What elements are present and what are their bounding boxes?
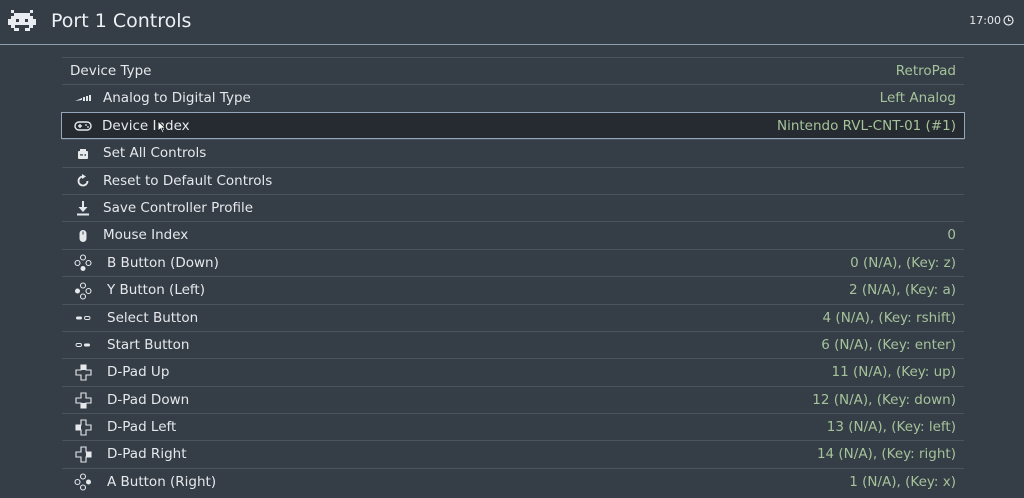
start-button-icon [72, 337, 94, 354]
menu-item-save-controller-profile[interactable]: Save Controller Profile [62, 193, 964, 221]
menu-item-value: 4 (N/A), (Key: rshift) [822, 309, 956, 326]
menu-item-label: Reset to Default Controls [103, 172, 273, 189]
mouse-icon [72, 227, 94, 244]
menu-item-label: Analog to Digital Type [103, 90, 251, 107]
menu-item-analog-to-digital-type[interactable]: Analog to Digital Type Left Analog [62, 84, 964, 111]
menu-item-value: 13 (N/A), (Key: left) [826, 419, 956, 436]
analog-stick-icon [72, 90, 94, 107]
menu-item-label: Start Button [107, 336, 190, 353]
menu-item-device-index[interactable]: Device Index Nintendo RVL-CNT-01 (#1) [61, 111, 965, 140]
menu-item-a-button[interactable]: A Button (Right) 1 (N/A), (Key: x) [62, 467, 964, 495]
menu-item-dpad-down[interactable]: D-Pad Down 12 (N/A), (Key: down) [62, 385, 964, 413]
dpad-right-icon [72, 446, 94, 464]
menu-item-label: Device Type [70, 63, 152, 79]
menu-item-label: D-Pad Left [107, 419, 177, 436]
download-icon [72, 200, 94, 217]
menu-item-reset-to-default-controls[interactable]: Reset to Default Controls [62, 166, 964, 194]
menu-item-label: D-Pad Right [107, 446, 187, 463]
menu-item-dpad-up[interactable]: D-Pad Up 11 (N/A), (Key: up) [62, 358, 964, 385]
select-button-icon [72, 310, 94, 327]
menu-item-label: B Button (Down) [107, 254, 219, 271]
menu-item-value: RetroPad [895, 63, 956, 79]
menu-item-value: 0 [947, 227, 956, 244]
menu-item-label: D-Pad Down [107, 391, 190, 408]
menu-item-value: 0 (N/A), (Key: z) [850, 254, 956, 271]
face-buttons-down-icon [72, 254, 94, 272]
menu-item-dpad-left[interactable]: D-Pad Left 13 (N/A), (Key: left) [62, 413, 964, 440]
menu-item-value: 12 (N/A), (Key: down) [812, 391, 956, 408]
header-bar: Port 1 Controls 17:00 [0, 0, 1024, 45]
menu-item-label: Save Controller Profile [103, 199, 254, 216]
gamepad-icon [72, 118, 94, 135]
menu-item-device-type[interactable]: Device Type RetroPad [62, 57, 964, 84]
settings-menu-list: Device Type RetroPad Analog to Digital T… [61, 57, 965, 495]
menu-item-start-button[interactable]: Start Button 6 (N/A), (Key: enter) [62, 330, 964, 358]
menu-item-select-button[interactable]: Select Button 4 (N/A), (Key: rshift) [62, 303, 964, 331]
menu-item-label: Y Button (Left) [107, 282, 205, 299]
dpad-left-icon [72, 419, 94, 436]
dpad-up-icon [72, 364, 94, 381]
menu-item-b-button[interactable]: B Button (Down) 0 (N/A), (Key: z) [62, 248, 964, 276]
menu-item-value: 1 (N/A), (Key: x) [849, 473, 956, 490]
menu-item-label: Mouse Index [103, 227, 189, 244]
menu-item-value: Left Analog [879, 90, 956, 107]
menu-item-y-button[interactable]: Y Button (Left) 2 (N/A), (Key: a) [62, 276, 964, 303]
menu-item-dpad-right[interactable]: D-Pad Right 14 (N/A), (Key: right) [62, 440, 964, 467]
face-buttons-left-icon [72, 282, 94, 300]
clock: 17:00 [969, 14, 1014, 27]
gamepad-set-icon [72, 145, 94, 162]
menu-item-value: 11 (N/A), (Key: up) [831, 364, 956, 381]
clock-time: 17:00 [969, 14, 1001, 27]
menu-item-label: Select Button [107, 309, 199, 326]
clock-icon [1003, 15, 1014, 26]
dpad-down-icon [72, 392, 94, 409]
menu-item-label: Set All Controls [103, 145, 207, 162]
menu-item-value: Nintendo RVL-CNT-01 (#1) [776, 117, 956, 134]
menu-item-label: D-Pad Up [107, 364, 170, 381]
menu-item-label: A Button (Right) [107, 473, 217, 490]
menu-item-value: 14 (N/A), (Key: right) [816, 446, 956, 463]
retroarch-invader-icon [8, 10, 36, 31]
menu-item-label: Device Index [102, 117, 190, 134]
menu-item-value: 2 (N/A), (Key: a) [848, 282, 956, 299]
face-buttons-right-icon [72, 473, 94, 491]
reset-icon [72, 173, 94, 190]
mouse-pointer-icon [157, 120, 167, 134]
menu-item-set-all-controls[interactable]: Set All Controls [62, 139, 964, 166]
menu-item-mouse-index[interactable]: Mouse Index 0 [62, 221, 964, 248]
menu-item-value: 6 (N/A), (Key: enter) [821, 336, 956, 353]
page-title: Port 1 Controls [51, 10, 192, 32]
